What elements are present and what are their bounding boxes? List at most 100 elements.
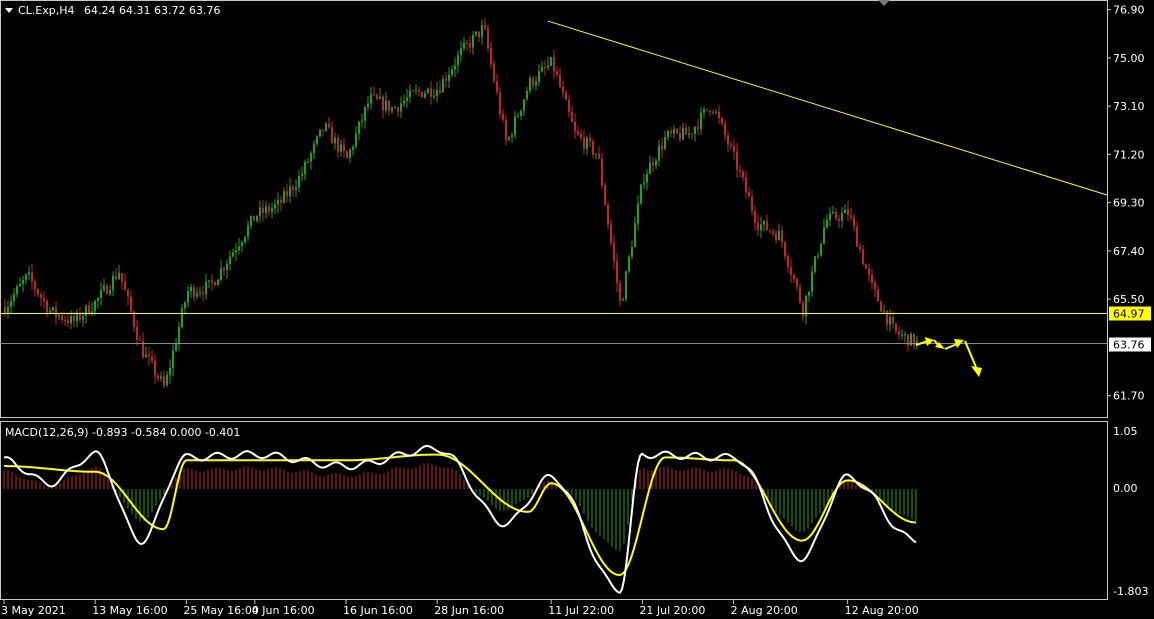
candle-body: [154, 360, 156, 376]
candle-body: [334, 137, 336, 144]
candle-body: [832, 211, 834, 214]
candle-body: [718, 111, 720, 119]
candle-body: [328, 123, 330, 128]
candle-body: [163, 376, 165, 386]
candle-body: [217, 279, 219, 286]
candle-body: [211, 280, 213, 283]
candle-body: [262, 207, 264, 214]
candle-body: [529, 77, 531, 92]
candle-body: [241, 242, 243, 247]
candle-body: [136, 326, 138, 340]
candle-body: [16, 286, 18, 295]
candle-body: [640, 184, 642, 204]
candle-body: [844, 209, 846, 214]
candle-body: [727, 135, 729, 145]
candle-body: [319, 129, 321, 137]
candle-body: [814, 256, 816, 272]
candle-body: [643, 182, 645, 185]
candle-body: [379, 96, 381, 99]
time-tick-label: 4 Jun 16:00: [252, 604, 315, 617]
candle-body: [337, 137, 339, 152]
candle-body: [502, 113, 504, 120]
candle-body: [100, 289, 102, 299]
candle-body: [364, 107, 366, 121]
candle-body: [85, 305, 87, 316]
candle-body: [208, 280, 210, 282]
candle-body: [697, 126, 699, 129]
candle-body: [406, 97, 408, 101]
candle-body: [778, 230, 780, 241]
candle-body: [13, 294, 15, 302]
candle-body: [391, 107, 393, 112]
candle-body: [118, 272, 120, 279]
candle-body: [64, 319, 66, 321]
candle-body: [853, 217, 855, 227]
candle-body: [487, 28, 489, 49]
candle-body: [112, 275, 114, 291]
candle-body: [256, 216, 258, 221]
candle-body: [289, 186, 291, 197]
candle-body: [757, 222, 759, 231]
candle-body: [601, 158, 603, 186]
candle-body: [712, 111, 714, 113]
candle-body: [181, 308, 183, 328]
candle-body: [421, 92, 423, 98]
candle-body: [70, 315, 72, 324]
candle-body: [583, 137, 585, 149]
candle-body: [316, 136, 318, 144]
candle-body: [121, 272, 123, 282]
chart-canvas[interactable]: 76.90 75.00 73.10 71.20 69.30 67.40 65.50 61.70…: [0, 0, 1154, 619]
candle-body: [745, 177, 747, 193]
candle-body: [619, 283, 621, 301]
candle-body: [556, 71, 558, 75]
macd-label: MACD(12,26,9) -0.893 -0.584 0.000 -0.401: [5, 426, 240, 439]
candle-body: [577, 131, 579, 135]
support-tag-label: 64.97: [1113, 308, 1145, 321]
candle-body: [649, 162, 651, 174]
candle-body: [859, 246, 861, 250]
candle-body: [493, 63, 495, 82]
candle-body: [232, 252, 234, 257]
candle-body: [412, 90, 414, 92]
candle-body: [817, 255, 819, 257]
candle-body: [646, 173, 648, 183]
candle-body: [259, 207, 261, 217]
candle-body: [187, 291, 189, 303]
candle-body: [631, 247, 633, 257]
candle-body: [292, 186, 294, 191]
macd-tick-zero: 0.00: [1113, 482, 1138, 495]
candle-body: [37, 289, 39, 295]
candle-body: [127, 290, 129, 297]
candle-body: [682, 127, 684, 140]
candle-body: [55, 307, 57, 317]
candle-body: [754, 210, 756, 223]
candle-body: [160, 376, 162, 379]
candle-body: [10, 301, 12, 307]
chart-background: [0, 0, 1154, 619]
candle-body: [883, 310, 885, 312]
candle-body: [553, 57, 555, 72]
time-tick-label: 28 Jun 16:00: [434, 604, 504, 617]
candle-body: [913, 333, 915, 346]
candle-body: [331, 127, 333, 144]
candle-body: [400, 103, 402, 112]
candle-body: [424, 93, 426, 98]
candle-body: [367, 103, 369, 108]
candle-body: [589, 138, 591, 142]
candle-body: [676, 128, 678, 134]
candle-body: [598, 153, 600, 159]
candle-body: [448, 75, 450, 81]
candle-body: [652, 162, 654, 166]
candle-body: [547, 65, 549, 68]
candle-body: [418, 90, 420, 93]
candle-body: [781, 230, 783, 243]
candle-body: [568, 99, 570, 113]
candle-body: [82, 315, 84, 320]
candle-body: [139, 339, 141, 341]
candle-body: [724, 123, 726, 136]
candle-body: [385, 100, 387, 111]
candle-body: [58, 315, 60, 317]
candle-body: [799, 287, 801, 303]
candle-body: [427, 88, 429, 94]
candle-body: [22, 280, 24, 284]
